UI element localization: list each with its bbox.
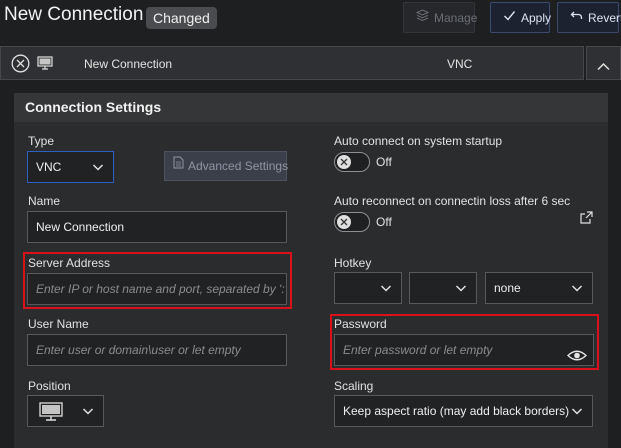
auto-connect-state: Off — [376, 155, 392, 169]
hotkey-modifier-1-select[interactable] — [334, 272, 402, 304]
eye-icon[interactable] — [566, 343, 588, 365]
position-select[interactable] — [27, 395, 104, 427]
check-icon — [501, 3, 517, 32]
chevron-down-icon — [380, 285, 392, 292]
advanced-settings-label: Advanced Settings — [188, 159, 289, 173]
connection-row[interactable]: New Connection VNC — [0, 46, 584, 80]
undo-icon — [568, 3, 584, 32]
chevron-up-icon — [597, 58, 610, 76]
type-select[interactable]: VNC — [27, 151, 114, 183]
manage-label: Manage — [434, 11, 478, 25]
type-value: VNC — [36, 160, 62, 174]
chevron-down-icon — [571, 285, 583, 292]
changed-badge: Changed — [146, 7, 217, 29]
x-icon — [340, 218, 348, 226]
document-icon — [173, 151, 184, 179]
connection-name: New Connection — [84, 57, 173, 71]
toggle-knob — [337, 215, 351, 229]
hotkey-key-value: none — [494, 281, 521, 295]
auto-reconnect-label: Auto reconnect on connectin loss after 6… — [334, 194, 571, 208]
password-label: Password — [334, 317, 387, 331]
hotkey-modifier-2-select[interactable] — [409, 272, 477, 304]
manage-button[interactable]: Manage — [403, 2, 478, 33]
close-circle-icon[interactable] — [11, 54, 30, 78]
hotkey-key-select[interactable]: none — [485, 272, 593, 304]
user-name-input[interactable]: Enter user or domain\user or let empty — [27, 334, 287, 366]
toggle-knob — [337, 155, 351, 169]
chevron-down-icon — [571, 408, 583, 415]
external-link-icon[interactable] — [580, 211, 593, 229]
name-input[interactable]: New Connection — [27, 211, 287, 243]
chevron-down-icon — [92, 164, 104, 171]
page-title: New Connection — [4, 4, 144, 25]
monitor-icon — [39, 402, 63, 432]
chevron-down-icon — [82, 408, 94, 415]
user-name-label: User Name — [28, 317, 89, 331]
auto-connect-toggle[interactable] — [334, 152, 370, 172]
connection-type: VNC — [447, 57, 473, 71]
x-icon — [340, 158, 348, 166]
server-address-label: Server Address — [28, 256, 111, 270]
auto-reconnect-toggle[interactable] — [334, 212, 370, 232]
apply-label: Apply — [521, 11, 552, 25]
advanced-settings-button[interactable]: Advanced Settings — [164, 151, 289, 181]
apply-button[interactable]: Apply — [490, 2, 552, 33]
stack-icon — [414, 3, 430, 32]
scaling-label: Scaling — [334, 379, 374, 393]
revert-label: Revert — [588, 11, 621, 25]
position-label: Position — [28, 379, 71, 393]
collapse-button[interactable] — [586, 46, 621, 80]
name-label: Name — [28, 194, 61, 208]
scaling-select[interactable]: Keep aspect ratio (may add black borders… — [334, 395, 593, 427]
scaling-value: Keep aspect ratio (may add black borders… — [343, 404, 570, 418]
panel-title: Connection Settings — [25, 99, 162, 115]
type-label: Type — [28, 134, 55, 148]
monitor-icon — [37, 56, 53, 75]
revert-button[interactable]: Revert — [557, 2, 621, 33]
password-input[interactable]: Enter password or let empty — [334, 334, 594, 366]
chevron-down-icon — [455, 285, 467, 292]
auto-reconnect-state: Off — [376, 215, 392, 229]
hotkey-label: Hotkey — [334, 256, 372, 270]
server-address-input[interactable]: Enter IP or host name and port, separate… — [27, 273, 287, 305]
auto-connect-label: Auto connect on system startup — [334, 134, 503, 148]
password-placeholder: Enter password or let empty — [343, 343, 493, 357]
panel-header: Connection Settings — [14, 93, 608, 122]
